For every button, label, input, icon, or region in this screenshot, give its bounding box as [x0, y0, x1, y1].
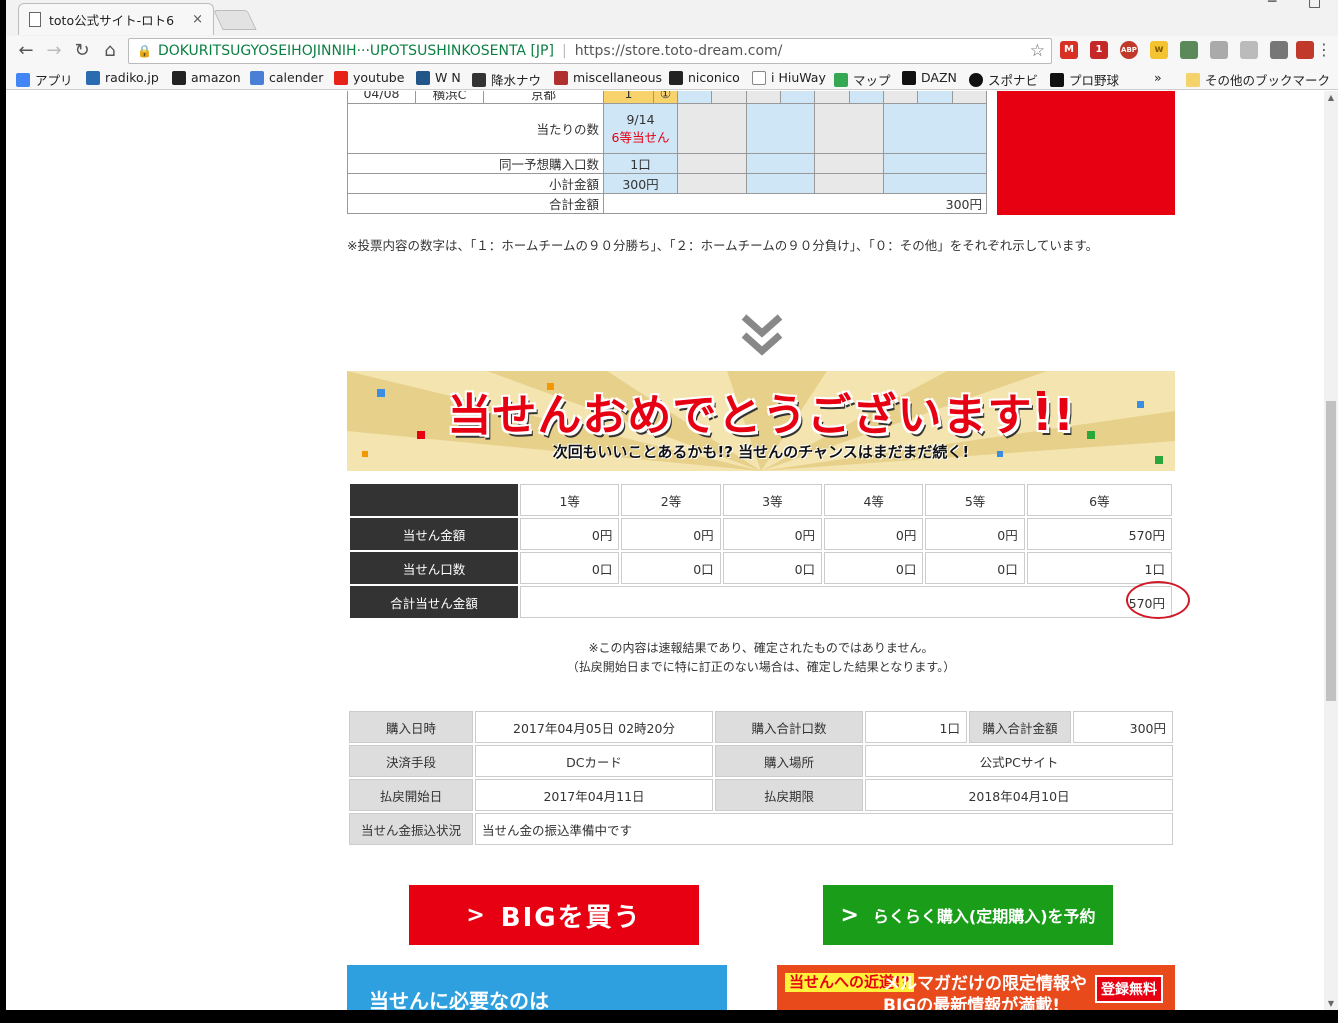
- handdrawn-circle-annotation: [1126, 581, 1190, 619]
- wn-icon: [416, 70, 430, 85]
- youtube-icon: [334, 70, 348, 85]
- table-row: 04/08 横浜C 京都 1 ①: [347, 91, 988, 104]
- bookmarks-overflow[interactable]: »: [1154, 70, 1162, 85]
- niconico-icon: [669, 70, 683, 85]
- buy-big-button[interactable]: > BIGを買う: [409, 885, 699, 945]
- sponavi-icon: [969, 72, 983, 87]
- new-tab-button[interactable]: [213, 10, 257, 30]
- w-extension-icon[interactable]: w: [1150, 41, 1168, 59]
- table-row: 同一予想購入口数 1口: [347, 153, 988, 174]
- scrollbar-thumb[interactable]: [1326, 401, 1336, 701]
- vote-table: 04/08 横浜C 京都 1 ① 当たりの数 9/14 6等当せん 同一予想購入口…: [347, 91, 988, 214]
- home-icon[interactable]: ⌂: [98, 40, 122, 61]
- map-icon: [834, 72, 848, 87]
- bookmarks-bar: アプリ radiko.jp amazon calender youtube W …: [6, 66, 1338, 90]
- scroll-up-icon[interactable]: ▲: [1324, 93, 1338, 102]
- gray-extension-icon[interactable]: [1240, 41, 1258, 59]
- address-bar[interactable]: 🔒 DOKURITSUGYOSEIHOJINNIH···UPOTSUSHINKO…: [128, 38, 1052, 64]
- page-content: 04/08 横浜C 京都 1 ① 当たりの数 9/14 6等当せん 同一予想購入口…: [6, 91, 1324, 1010]
- back-icon[interactable]: ←: [14, 40, 38, 61]
- bookmark-youtube[interactable]: youtube: [334, 70, 404, 85]
- browser-toolbar: ← → ↻ ⌂ 🔒 DOKURITSUGYOSEIHOJINNIH···UPOT…: [6, 36, 1338, 66]
- bookmark-hiuway[interactable]: i HiuWay: [752, 70, 826, 85]
- page-scrollbar[interactable]: ▲ ▼: [1324, 91, 1338, 1010]
- bookmark-amazon[interactable]: amazon: [172, 70, 241, 85]
- other-bookmarks[interactable]: その他のブックマーク: [1186, 70, 1330, 89]
- congratulations-subtitle: 次回もいいことあるかも!? 当せんのチャンスはまだまだ続く!: [552, 443, 970, 461]
- baseball-icon: [1050, 72, 1064, 87]
- misc-icon: [554, 70, 568, 85]
- adblock-icon[interactable]: ABP: [1120, 41, 1138, 59]
- table-row: 当せん口数 0口 0口 0口 0口 0口 1口: [350, 552, 1172, 584]
- radiko-icon: [86, 70, 100, 85]
- puzzle-extension-icon[interactable]: [1270, 41, 1288, 59]
- maximize-icon[interactable]: □: [1308, 0, 1321, 10]
- apps-grid-icon: [16, 72, 30, 87]
- calendar-icon: [250, 70, 264, 85]
- vote-note: ※投票内容の数字は、「１：ホームチームの９０分勝ち」、「２：ホームチームの９０分…: [347, 238, 1099, 253]
- table-row: 当せん金振込状況 当せん金の振込準備中です: [349, 813, 1173, 845]
- dazn-icon: [902, 70, 916, 85]
- folder-icon: [1186, 72, 1200, 87]
- provisional-note: ※この内容は速報結果であり、確定されたものではありません。 （払戻開始日までに特…: [566, 641, 956, 674]
- url-text: https://store.toto-dream.com/: [574, 43, 783, 59]
- forward-icon[interactable]: →: [42, 40, 66, 61]
- bookmark-wn[interactable]: W N: [416, 70, 461, 85]
- bookmark-calender[interactable]: calender: [250, 70, 323, 85]
- bookmark-star-icon[interactable]: ☆: [1030, 41, 1045, 61]
- gmail-extension-icon[interactable]: M: [1060, 41, 1078, 59]
- congratulations-banner: 当せんおめでとうございます!! 次回もいいことあるかも!? 当せんのチャンスはま…: [347, 371, 1175, 471]
- mail-magazine-banner[interactable]: 当せんへの近道!? メルマガだけの限定情報や BIGの最新情報が満載! 登録無料: [777, 965, 1175, 1010]
- promo-banner-left[interactable]: 当せんに必要なのは: [347, 965, 727, 1010]
- menu-icon[interactable]: ⋮: [1312, 40, 1336, 59]
- tab-title: toto公式サイト-ロト6: [49, 13, 175, 28]
- page-icon: [29, 12, 41, 27]
- chevron-down-icon: [741, 314, 783, 356]
- chevron-right-icon: >: [840, 902, 859, 928]
- bookmark-sponavi[interactable]: スポナビ: [969, 70, 1038, 89]
- table-row: 1等 2等 3等 4等 5等 6等: [350, 484, 1172, 516]
- image-extension-icon[interactable]: [1180, 41, 1198, 59]
- bookmark-kousui[interactable]: 降水ナウ: [472, 70, 541, 89]
- table-row: 当せん金額 0円 0円 0円 0円 0円 570円: [350, 518, 1172, 550]
- minimize-icon[interactable]: ─: [1268, 0, 1276, 10]
- table-row: 当たりの数 9/14 6等当せん: [347, 103, 988, 154]
- bookmark-miscellaneous[interactable]: miscellaneous: [554, 70, 662, 85]
- table-row: 決済手段 DCカード 購入場所 公式PCサイト: [349, 745, 1173, 777]
- tab-close-icon[interactable]: ×: [192, 12, 203, 27]
- rakuraku-reserve-button[interactable]: > らくらく購入(定期購入)を予約: [823, 885, 1113, 945]
- page-icon: [752, 70, 766, 85]
- browser-tab[interactable]: toto公式サイト-ロト6 ×: [18, 3, 214, 35]
- purchase-info-table: 購入日時 2017年04月05日 02時20分 購入合計口数 1口 購入合計金額…: [347, 709, 1175, 847]
- browser-window: toto公式サイト-ロト6 × ─ □ ← → ↻ ⌂ 🔒 DOKURITSUG…: [6, 0, 1338, 1010]
- winning-results-table: 1等 2等 3等 4等 5等 6等 当せん金額 0円 0円 0円 0円 0円 5…: [348, 482, 1174, 620]
- total-winnings: 570円: [520, 586, 1172, 618]
- table-row: 合計金額 300円: [347, 193, 987, 214]
- bookmark-apps[interactable]: アプリ: [16, 70, 73, 89]
- url-separator: |: [561, 43, 567, 59]
- bookmark-niconico[interactable]: niconico: [669, 70, 740, 85]
- rain-icon: [472, 72, 486, 87]
- red-ad-block: [997, 91, 1175, 215]
- title-bar: toto公式サイト-ロト6 × ─ □: [6, 0, 1338, 36]
- table-row: 合計当せん金額 570円: [350, 586, 1172, 618]
- reload-icon[interactable]: ↻: [70, 40, 94, 61]
- amazon-icon: [172, 70, 186, 85]
- bookmark-radiko[interactable]: radiko.jp: [86, 70, 159, 85]
- table-row: 購入日時 2017年04月05日 02時20分 購入合計口数 1口 購入合計金額…: [349, 711, 1173, 743]
- bookmark-dazn[interactable]: DAZN: [902, 70, 957, 85]
- table-row: 小計金額 300円: [347, 173, 988, 194]
- rw-extension-icon[interactable]: [1210, 41, 1228, 59]
- chevron-right-icon: >: [466, 902, 487, 928]
- scroll-down-icon[interactable]: ▼: [1324, 999, 1338, 1008]
- notification-extension-icon[interactable]: 1: [1090, 41, 1108, 59]
- bookmark-baseball[interactable]: プロ野球: [1050, 70, 1119, 89]
- bookmark-map[interactable]: マップ: [834, 70, 891, 89]
- congratulations-title: 当せんおめでとうございます!!: [447, 390, 1075, 441]
- table-row: 払戻開始日 2017年04月11日 払戻期限 2018年04月10日: [349, 779, 1173, 811]
- lock-icon: 🔒: [137, 44, 152, 58]
- certificate-org: DOKURITSUGYOSEIHOJINNIH···UPOTSUSHINKOSE…: [157, 43, 554, 59]
